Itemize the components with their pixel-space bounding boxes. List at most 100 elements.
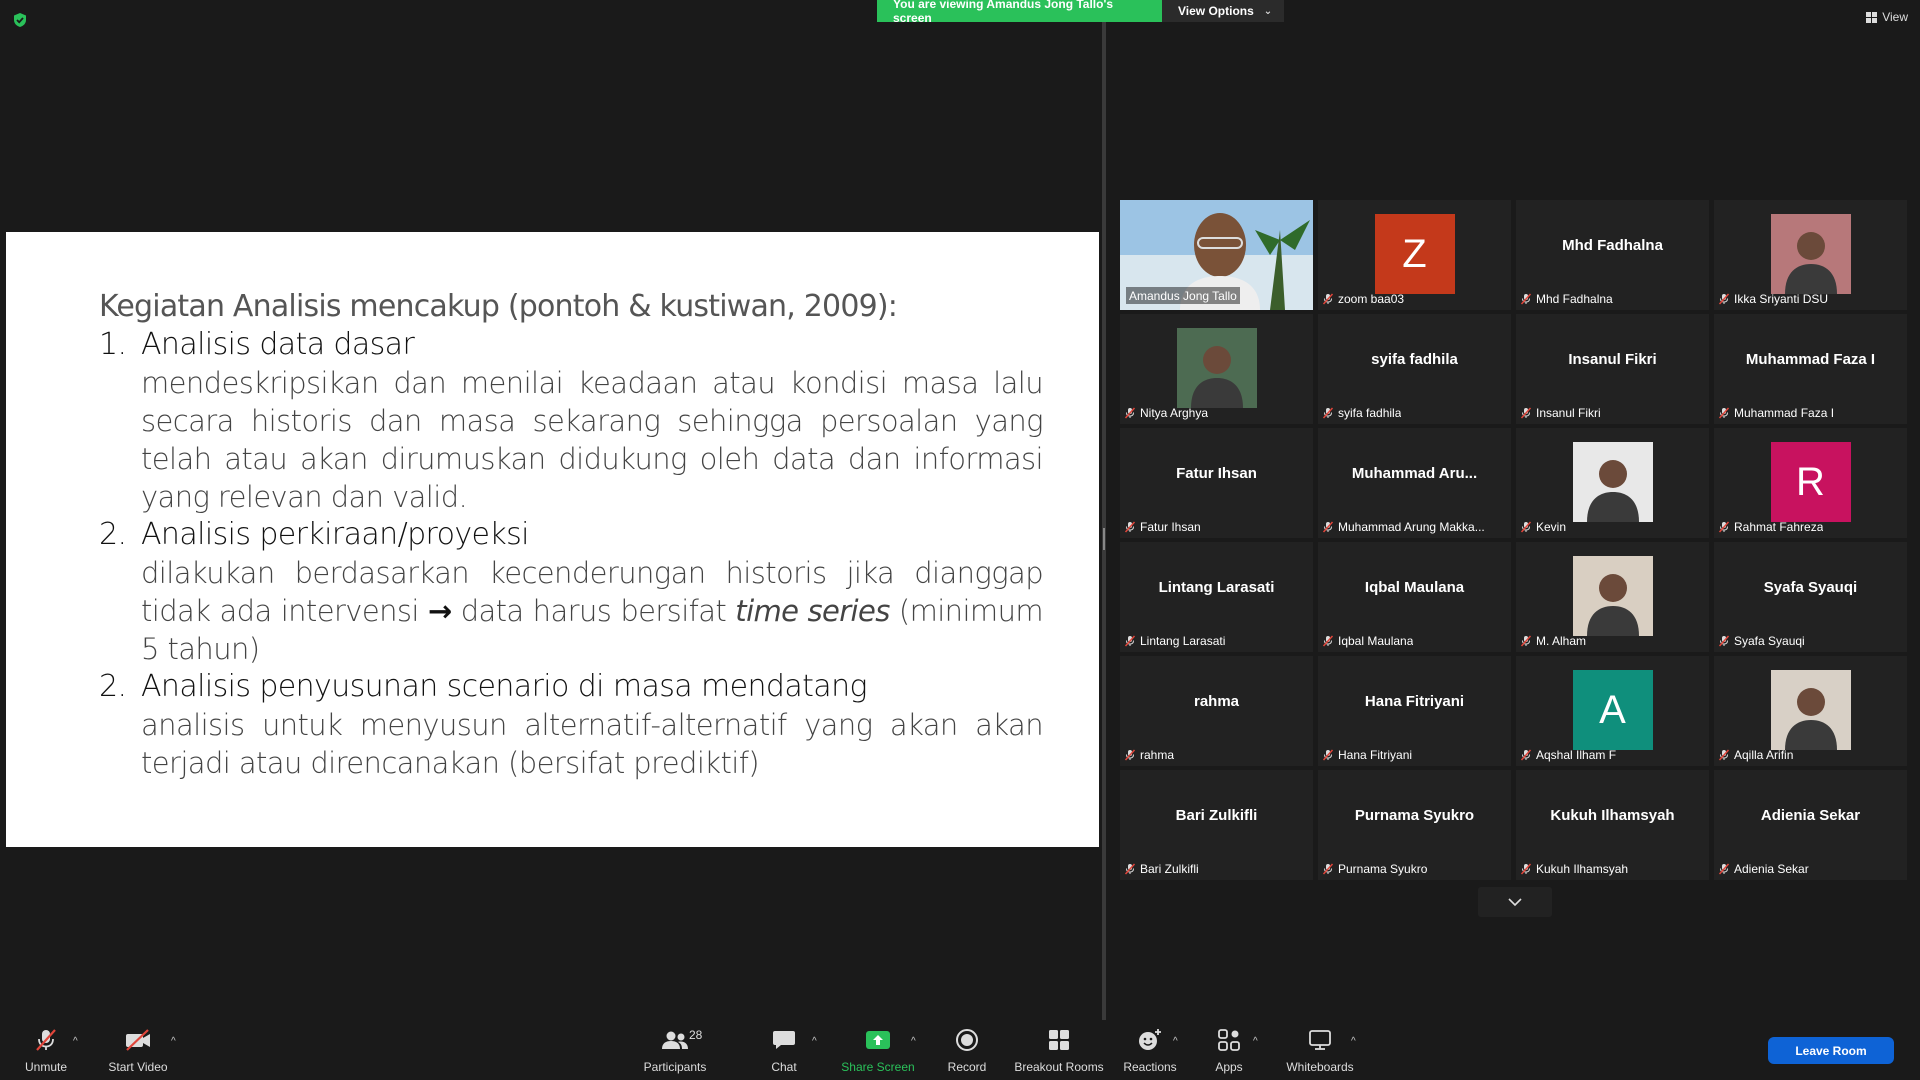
participant-tile[interactable]: rahma rahma [1120,656,1313,766]
splitter-handle[interactable] [1103,528,1105,550]
view-options-button[interactable]: View Options ⌄ [1162,0,1284,22]
participant-name-label: Syafa Syauqi [1718,632,1805,649]
participant-tile[interactable]: Insanul Fikri Insanul Fikri [1516,314,1709,424]
participant-name-label: Nitya Arghya [1124,404,1208,421]
participant-tile[interactable]: Muhammad Aru... Muhammad Arung Makka... [1318,428,1511,538]
view-options-label: View Options [1178,4,1254,18]
record-button[interactable]: Record [944,1020,990,1080]
muted-microphone-icon [1520,862,1532,875]
start-video-button[interactable]: Start Video [108,1020,168,1080]
participant-display-name: Iqbal Maulana [1364,578,1465,596]
whiteboard-icon [1306,1026,1334,1054]
breakout-rooms-button[interactable]: Breakout Rooms [1014,1020,1104,1080]
participants-button[interactable]: 28 Participants [640,1020,710,1080]
participant-tile[interactable]: syifa fadhila syifa fadhila [1318,314,1511,424]
chevron-down-icon: ⌄ [1263,5,1273,17]
viewing-screen-text: You are viewing Amandus Jong Tallo's scr… [877,0,1162,25]
reactions-options-caret-icon[interactable]: ^ [1173,1036,1178,1047]
reactions-button[interactable]: Reactions [1123,1020,1177,1080]
participant-tile[interactable]: Syafa Syauqi Syafa Syauqi [1714,542,1907,652]
participant-tile[interactable]: Kevin [1516,428,1709,538]
participant-tile[interactable]: Amandus Jong Tallo [1120,200,1313,310]
participant-tile[interactable]: A Aqshal Ilham F [1516,656,1709,766]
participant-name-label: Rahmat Fahreza [1718,518,1823,535]
muted-microphone-icon [1520,520,1532,533]
participant-tile[interactable]: Bari Zulkifli Bari Zulkifli [1120,770,1313,880]
participant-name-label: Kukuh Ilhamsyah [1520,860,1628,877]
participant-name-label: Muhammad Faza I [1718,404,1834,421]
participant-tile[interactable]: R Rahmat Fahreza [1714,428,1907,538]
participant-display-name: Insanul Fikri [1568,350,1657,368]
item-body-text: data harus bersifat [460,594,727,628]
apps-options-caret-icon[interactable]: ^ [1253,1036,1258,1047]
muted-microphone-icon [1322,634,1334,647]
video-off-icon [124,1026,152,1054]
panel-splitter[interactable] [1102,22,1106,1027]
chat-button[interactable]: Chat [760,1020,808,1080]
participant-tile[interactable]: Lintang Larasati Lintang Larasati [1120,542,1313,652]
slide-list-item: 2. Analisis perkiraan/proyeksi dilakukan … [99,516,1044,668]
view-layout-button[interactable]: View [1866,10,1908,24]
participant-tile[interactable]: Zzoom baa03 [1318,200,1511,310]
record-icon [953,1026,981,1054]
muted-microphone-icon [1718,634,1730,647]
breakout-rooms-icon [1045,1026,1073,1054]
participant-tile[interactable]: Purnama Syukro Purnama Syukro [1318,770,1511,880]
leave-room-button[interactable]: Leave Room [1768,1037,1894,1064]
participant-name: Syafa Syauqi [1734,633,1805,648]
share-screen-icon [864,1026,892,1054]
audio-options-caret-icon[interactable]: ^ [73,1036,78,1047]
participant-tile[interactable]: Nitya Arghya [1120,314,1313,424]
participant-tile[interactable]: Iqbal Maulana Iqbal Maulana [1318,542,1511,652]
participant-name: Adienia Sekar [1734,861,1809,876]
participant-photo [1770,670,1851,750]
participant-tile[interactable]: Ikka Sriyanti DSU [1714,200,1907,310]
muted-microphone-icon [1718,862,1730,875]
gallery-next-page-button[interactable] [1478,887,1552,917]
participant-name: Muhammad Faza I [1734,405,1835,420]
participant-name: Hana Fitriyani [1338,747,1413,762]
participant-name-label: Insanul Fikri [1520,404,1601,421]
participant-name: M. Alham [1536,633,1587,648]
participant-tile[interactable]: Kukuh Ilhamsyah Kukuh Ilhamsyah [1516,770,1709,880]
participant-name-label: Mhd Fadhalna [1520,290,1613,307]
participant-tile[interactable]: Hana Fitriyani Hana Fitriyani [1318,656,1511,766]
participant-display-name: syifa fadhila [1371,350,1458,368]
video-options-caret-icon[interactable]: ^ [171,1036,176,1047]
participant-tile[interactable]: Adienia Sekar Adienia Sekar [1714,770,1907,880]
muted-microphone-icon [1124,634,1136,647]
share-screen-label: Share Screen [841,1060,915,1074]
security-shield-icon[interactable] [12,12,28,28]
reactions-smiley-icon [1136,1026,1164,1054]
participant-display-name: Purnama Syukro [1354,806,1475,824]
participant-name: Muhammad Arung Makka... [1338,519,1485,534]
participants-icon: 28 [661,1026,702,1054]
whiteboards-options-caret-icon[interactable]: ^ [1351,1036,1356,1047]
participant-tile[interactable]: Muhammad Faza I Muhammad Faza I [1714,314,1907,424]
chat-options-caret-icon[interactable]: ^ [812,1036,817,1047]
participant-name: Aqshal Ilham F [1536,747,1617,762]
slide-heading: Kegiatan Analisis mencakup (pontoh & kus… [99,289,898,324]
participant-name: Fatur Ihsan [1140,519,1201,534]
participant-name-label: rahma [1124,746,1174,763]
participant-avatar: A [1572,670,1653,750]
apps-button[interactable]: Apps [1208,1020,1250,1080]
participant-name: Purnama Syukro [1338,861,1428,876]
participant-tile[interactable]: Fatur Ihsan Fatur Ihsan [1120,428,1313,538]
share-options-caret-icon[interactable]: ^ [911,1036,916,1047]
whiteboards-button[interactable]: Whiteboards [1282,1020,1358,1080]
item-title: Analisis penyusunan scenario di masa men… [141,669,867,704]
share-screen-button[interactable]: Share Screen [838,1020,918,1080]
muted-microphone-icon [1520,634,1532,647]
participant-display-name: Hana Fitriyani [1364,692,1465,710]
participant-name: Aqilla Arifin [1734,747,1794,762]
participant-tile[interactable]: Mhd Fadhalna Mhd Fadhalna [1516,200,1709,310]
unmute-button[interactable]: Unmute [20,1020,72,1080]
participant-tile[interactable]: Aqilla Arifin [1714,656,1907,766]
muted-microphone-icon [1718,292,1730,305]
participant-name-label: Lintang Larasati [1124,632,1225,649]
participant-tile[interactable]: M. Alham [1516,542,1709,652]
apps-icon [1215,1026,1243,1054]
participant-name: Insanul Fikri [1536,405,1601,420]
participant-display-name: Muhammad Aru... [1351,464,1478,482]
